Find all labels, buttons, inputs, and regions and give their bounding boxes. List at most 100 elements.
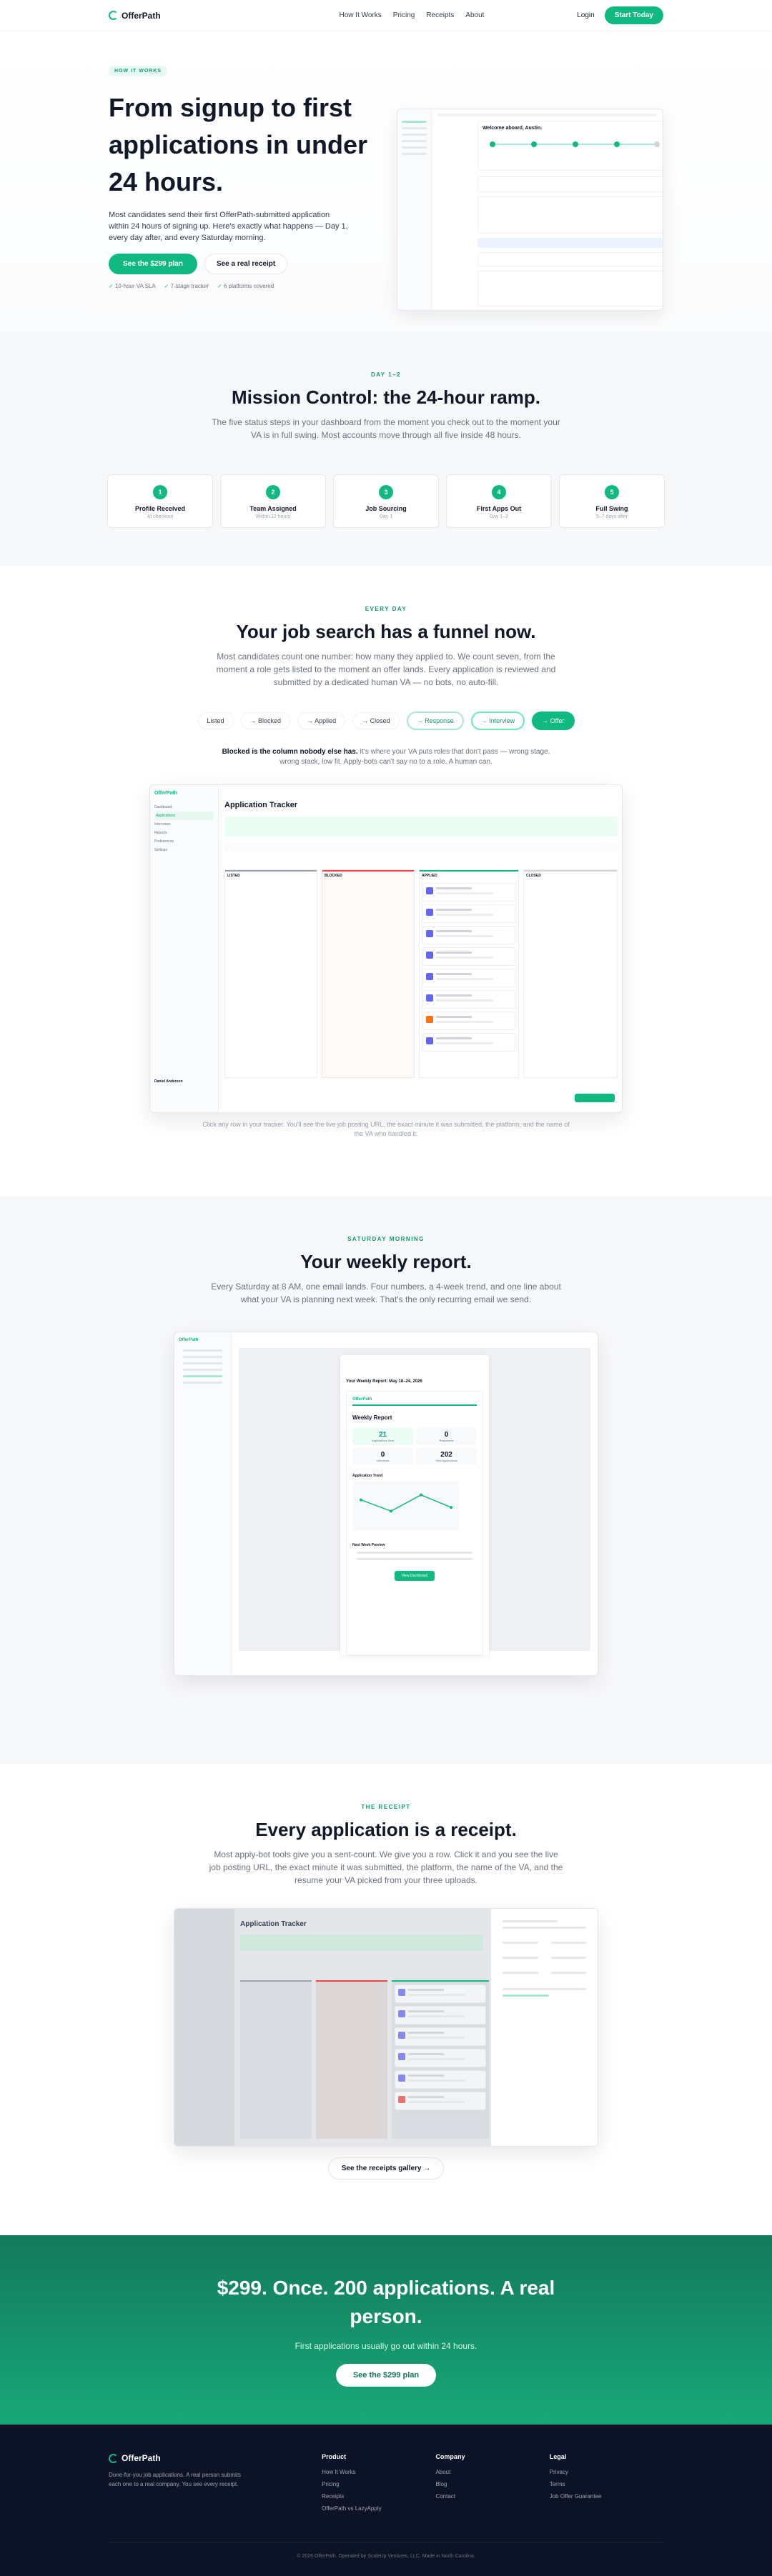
footer-link[interactable]: About bbox=[435, 2469, 549, 2475]
application-card[interactable] bbox=[422, 969, 515, 987]
footer-brand: OfferPath Done-for-you job applications.… bbox=[109, 2453, 322, 2517]
login-link[interactable]: Login bbox=[577, 11, 594, 19]
start-today-button[interactable]: Start Today bbox=[604, 6, 663, 24]
mock-welcome: Welcome aboard, Austin. bbox=[482, 126, 543, 131]
receipt-card[interactable] bbox=[395, 2027, 486, 2046]
view-dashboard-button[interactable]: View Dashboard bbox=[394, 1571, 435, 1581]
step-card: 5 Full Swing 5–7 days after bbox=[559, 474, 665, 528]
footer-col-title: Legal bbox=[549, 2453, 567, 2460]
step-title: Profile Received bbox=[134, 505, 186, 512]
trend-chart bbox=[352, 1481, 460, 1531]
brand-logo[interactable]: OfferPath bbox=[109, 11, 161, 21]
footer-link[interactable]: Terms bbox=[550, 2481, 663, 2487]
footer-col-legal: Legal Privacy Terms Job Offer Guarantee bbox=[550, 2453, 663, 2517]
sidebar-item-active[interactable]: Applications bbox=[154, 812, 214, 820]
tracker-title: Application Tracker bbox=[224, 801, 298, 809]
step-title: Team Assigned bbox=[249, 505, 297, 512]
mission-steps: 1 Profile Received At checkout 2 Team Assig… bbox=[0, 474, 772, 528]
footer-tagline: Done-for-you job applications. A real pe… bbox=[109, 2472, 241, 2487]
column-header: BLOCKED bbox=[322, 870, 414, 880]
email-subject: Your Weekly Report: May 18–24, 2026 bbox=[346, 1379, 422, 1384]
step-card: 2 Team Assigned Within 12 hours bbox=[220, 474, 326, 528]
footer-copyright: © 2026 OfferPath. Operated by ScaleUp Ve… bbox=[109, 2542, 663, 2559]
check-item: 10-hour VA SLA bbox=[109, 283, 156, 289]
brand-name: OfferPath bbox=[122, 10, 161, 21]
hero-title: From signup to first applications in und… bbox=[109, 93, 368, 196]
application-card[interactable] bbox=[422, 1033, 515, 1052]
stat-label: Applications Sent bbox=[372, 1439, 394, 1442]
stat-value: 21 bbox=[378, 1431, 387, 1439]
weekly-report-screenshot: OfferPath Your Weekly Report: May 18–24,… bbox=[174, 1332, 598, 1676]
footer-logo[interactable]: OfferPath bbox=[109, 2453, 322, 2463]
application-card[interactable] bbox=[422, 947, 515, 966]
nav-links: How It Works Pricing Receipts About bbox=[340, 11, 485, 19]
stat-label: Responses bbox=[439, 1439, 454, 1442]
footer-link[interactable]: How It Works bbox=[322, 2469, 435, 2475]
mission-subtitle: The five status steps in your dashboard … bbox=[212, 417, 560, 440]
stage-offer: → Offer bbox=[532, 712, 575, 730]
application-card[interactable] bbox=[422, 904, 515, 923]
footer-link[interactable]: Blog bbox=[435, 2481, 549, 2487]
trend-point bbox=[420, 1493, 422, 1497]
receipt-section: THE RECEIPT Every application is a recei… bbox=[0, 1764, 772, 2235]
nav-link-pricing[interactable]: Pricing bbox=[393, 11, 415, 19]
receipt-card[interactable] bbox=[395, 2092, 486, 2110]
step-title: First Apps Out bbox=[476, 505, 522, 512]
see-receipt-button[interactable]: See a real receipt bbox=[204, 254, 288, 274]
weekly-eyebrow: SATURDAY MORNING bbox=[347, 1236, 425, 1242]
footer-link[interactable]: Receipts bbox=[322, 2493, 435, 2500]
receipt-card[interactable] bbox=[395, 2049, 486, 2067]
receipt-card[interactable] bbox=[395, 2070, 486, 2089]
nav-link-receipts[interactable]: Receipts bbox=[426, 11, 454, 19]
step-title: Job Sourcing bbox=[365, 505, 407, 512]
progress-steps-graphic bbox=[489, 141, 660, 147]
stat-value: 202 bbox=[440, 1451, 452, 1459]
step-desc: Day 1–2 bbox=[489, 514, 509, 519]
nav-link-about[interactable]: About bbox=[465, 11, 484, 19]
sidebar-item[interactable]: Settings bbox=[154, 846, 214, 854]
cta-title: $299. Once. 200 applications. A real per… bbox=[217, 2277, 555, 2327]
receipt-title: Every application is a receipt. bbox=[255, 1819, 517, 1840]
cta-band: $299. Once. 200 applications. A real per… bbox=[0, 2235, 772, 2425]
sidebar-item[interactable]: Interviews bbox=[154, 820, 214, 829]
trend-point bbox=[450, 1506, 452, 1509]
footer-link[interactable]: OfferPath vs LazyApply bbox=[322, 2505, 435, 2512]
step-card: 3 Job Sourcing Day 1 bbox=[333, 474, 439, 528]
receipts-gallery-button[interactable]: See the receipts gallery → bbox=[327, 2157, 445, 2180]
cta-subtitle: First applications usually go out within… bbox=[295, 2341, 477, 2351]
see-plan-button[interactable]: See the $299 plan bbox=[109, 254, 197, 274]
step-number: 1 bbox=[153, 485, 167, 499]
sidebar-item[interactable]: Dashboard bbox=[154, 803, 214, 812]
funnel-eyebrow: EVERY DAY bbox=[365, 606, 407, 612]
application-card[interactable] bbox=[422, 883, 515, 902]
receipt-card[interactable] bbox=[395, 1985, 486, 2003]
top-nav: OfferPath How It Works Pricing Receipts … bbox=[0, 0, 772, 31]
footer-link[interactable]: Privacy bbox=[550, 2469, 663, 2475]
application-card[interactable] bbox=[422, 926, 515, 944]
cta-plan-button[interactable]: See the $299 plan bbox=[335, 2364, 437, 2387]
footer-link[interactable]: Contact bbox=[435, 2493, 549, 2500]
receipt-card[interactable] bbox=[395, 2006, 486, 2025]
check-item: 6 platforms covered bbox=[217, 283, 274, 289]
stage-blocked: → Blocked bbox=[240, 712, 291, 729]
footer-col-title: Product bbox=[322, 2453, 347, 2460]
column-applied: APPLIED bbox=[419, 869, 519, 1078]
nav-link-how-it-works[interactable]: How It Works bbox=[340, 11, 382, 19]
application-card[interactable] bbox=[422, 990, 515, 1009]
note-bold: Blocked is the column nobody else has. bbox=[222, 748, 358, 756]
step-number: 5 bbox=[605, 485, 619, 499]
add-application-button[interactable] bbox=[575, 1094, 615, 1102]
tracker-sidebar: OfferPath Dashboard Applications Intervi… bbox=[150, 785, 219, 1112]
column-header: LISTED bbox=[225, 870, 317, 880]
receipt-subtitle: Most apply-bot tools give you a sent-cou… bbox=[209, 1849, 563, 1885]
step-number: 3 bbox=[379, 485, 393, 499]
trend-line bbox=[360, 1494, 452, 1512]
weekly-title: Your weekly report. bbox=[300, 1251, 472, 1272]
footer-link[interactable]: Pricing bbox=[322, 2481, 435, 2487]
sidebar-item[interactable]: Reports bbox=[154, 829, 214, 837]
footer-link[interactable]: Job Offer Guarantee bbox=[550, 2493, 663, 2500]
report-stats: 21 Applications Sent 0 Responses 0 Intervie… bbox=[352, 1428, 477, 1465]
sidebar-item[interactable]: Preferences bbox=[154, 837, 214, 846]
application-card[interactable] bbox=[422, 1012, 515, 1030]
column-listed: LISTED bbox=[224, 869, 317, 1078]
